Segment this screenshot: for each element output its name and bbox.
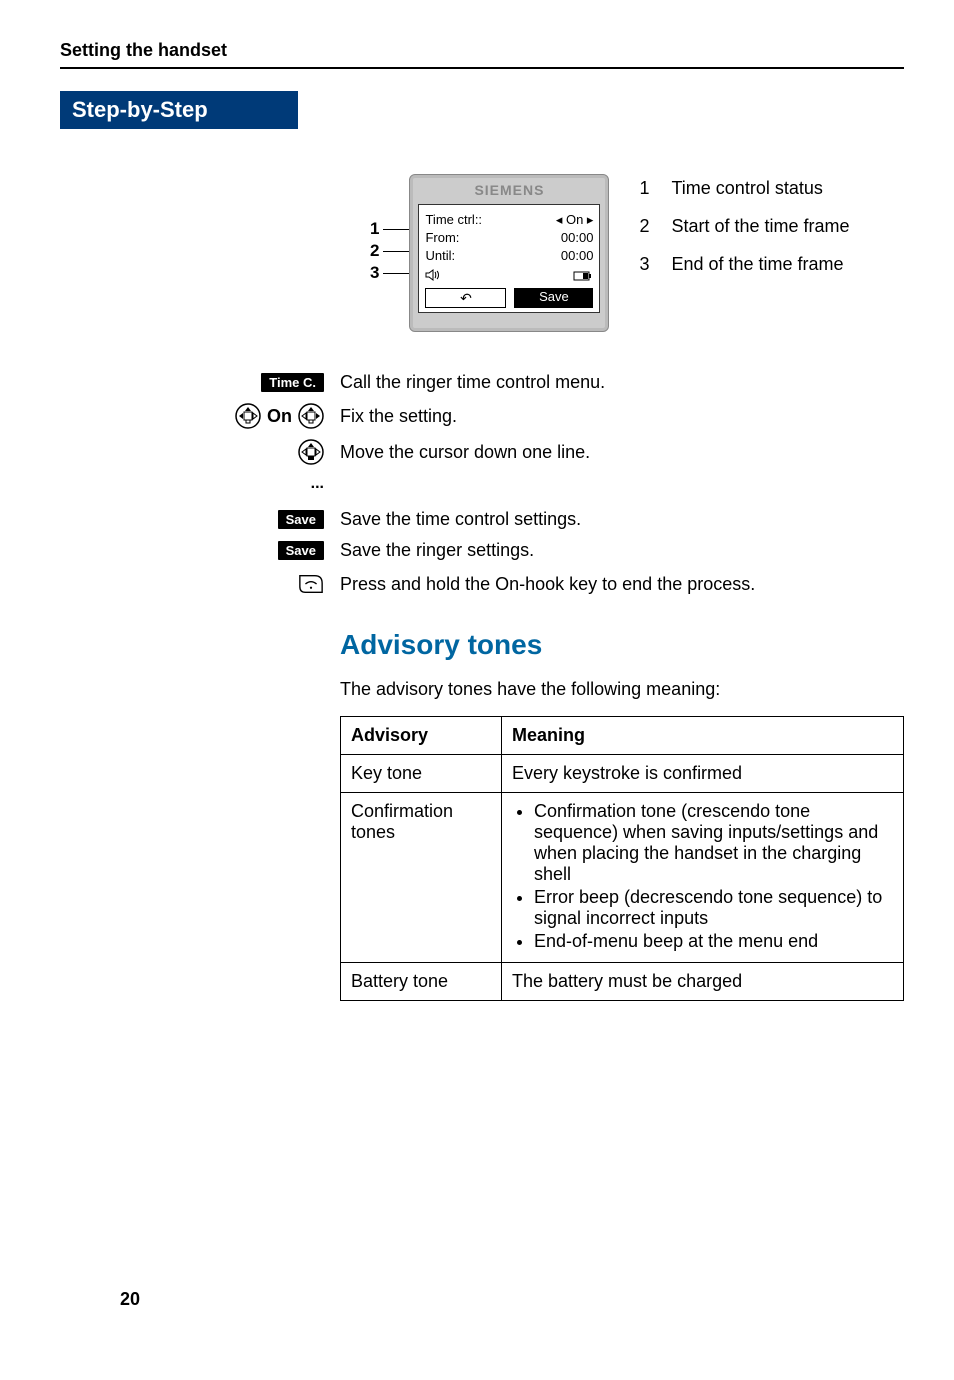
- nav-right-icon: [298, 403, 324, 429]
- nav-down-icon: [298, 439, 324, 465]
- conf-item-3: End-of-menu beep at the menu end: [534, 931, 893, 952]
- screen-row3-label: Until:: [425, 247, 455, 265]
- th-meaning: Meaning: [502, 717, 904, 755]
- cell-battery: Battery tone: [341, 963, 502, 1001]
- legend-3-num: 3: [639, 250, 655, 278]
- screen-row1-label: Time ctrl::: [425, 211, 482, 229]
- section-title: Advisory tones: [340, 629, 904, 661]
- cell-keytone: Key tone: [341, 755, 502, 793]
- step-text-6: Save the ringer settings.: [340, 540, 904, 561]
- sidebar-banner: Step-by-Step: [60, 91, 298, 129]
- onhook-key-icon: [298, 573, 324, 595]
- softkey-time-c: Time C.: [261, 373, 324, 392]
- leader-2: 2: [370, 240, 379, 262]
- th-advisory: Advisory: [341, 717, 502, 755]
- screen-row2-value: 00:00: [561, 229, 594, 247]
- cell-confirmation-meaning: Confirmation tone (crescendo tone sequen…: [502, 793, 904, 963]
- legend-1-text: Time control status: [671, 174, 822, 202]
- softkey-save-1: Save: [278, 510, 324, 529]
- step-text-5: Save the time control settings.: [340, 509, 904, 530]
- conf-item-2: Error beep (decrescendo tone sequence) t…: [534, 887, 893, 929]
- speaker-icon: [425, 269, 441, 284]
- handset-screen: Time ctrl::◂ On ▸ From:00:00 Until:00:00…: [418, 204, 600, 313]
- legend-2-num: 2: [639, 212, 655, 240]
- step-text-7: Press and hold the On-hook key to end th…: [340, 574, 904, 595]
- step-sequence: Time C. Call the ringer time control men…: [60, 372, 904, 595]
- step-text-1: Call the ringer time control menu.: [340, 372, 904, 393]
- screen-row2-label: From:: [425, 229, 459, 247]
- page-header: Setting the handset: [60, 40, 904, 69]
- cell-keytone-meaning: Every keystroke is confirmed: [502, 755, 904, 793]
- step-text-3: Move the cursor down one line.: [340, 442, 904, 463]
- leader-numbers: 1 2 3: [370, 218, 409, 284]
- handset-illustration: SIEMENS Time ctrl::◂ On ▸ From:00:00 Unt…: [409, 174, 609, 332]
- step-text-2: Fix the setting.: [340, 406, 904, 427]
- leader-3: 3: [370, 262, 379, 284]
- phone-diagram: 1 2 3 SIEMENS Time ctrl::◂ On ▸ From:00:…: [370, 174, 609, 332]
- legend-2-text: Start of the time frame: [671, 212, 849, 240]
- advisory-table: Advisory Meaning Key tone Every keystrok…: [340, 716, 904, 1001]
- screen-row3-value: 00:00: [561, 247, 594, 265]
- legend-3-text: End of the time frame: [671, 250, 843, 278]
- softkey-back: ↶: [425, 288, 506, 308]
- cell-confirmation: Confirmation tones: [341, 793, 502, 963]
- leader-1: 1: [370, 218, 379, 240]
- brand-label: SIEMENS: [414, 179, 604, 204]
- on-label: On: [267, 406, 292, 427]
- cell-battery-meaning: The battery must be charged: [502, 963, 904, 1001]
- legend: 1 Time control status 2 Start of the time …: [639, 174, 849, 332]
- softkey-save-2: Save: [278, 541, 324, 560]
- softkey-save: Save: [514, 288, 593, 308]
- nav-left-icon: [235, 403, 261, 429]
- conf-item-1: Confirmation tone (crescendo tone sequen…: [534, 801, 893, 885]
- battery-icon: [573, 269, 593, 284]
- legend-1-num: 1: [639, 174, 655, 202]
- page-number: 20: [120, 1289, 140, 1310]
- ellipsis: ...: [311, 475, 324, 493]
- intro-text: The advisory tones have the following me…: [340, 679, 904, 700]
- screen-row1-value: ◂ On ▸: [556, 211, 594, 229]
